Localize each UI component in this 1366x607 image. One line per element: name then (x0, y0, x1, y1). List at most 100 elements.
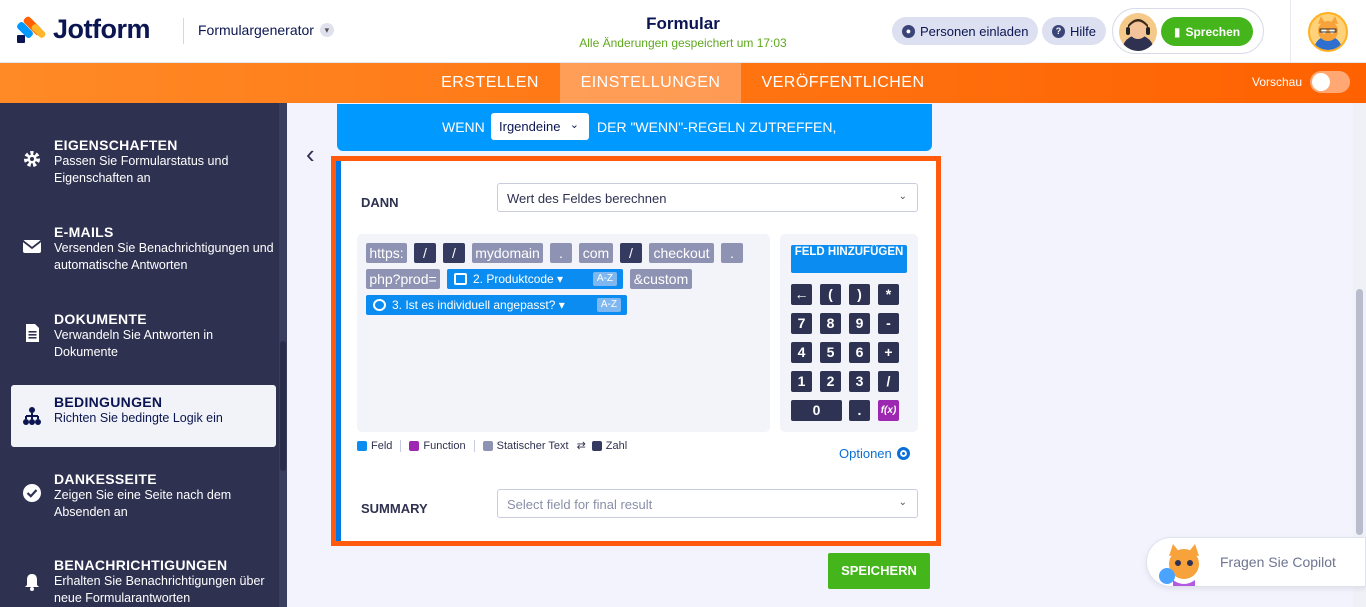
key-2[interactable]: 2 (820, 371, 841, 392)
audio-wave-icon: ▮ (1173, 24, 1181, 39)
save-status: Alle Änderungen gespeichert um 17:03 (579, 36, 787, 50)
sidebar-item-desc: Passen Sie Formularstatus und Eigenschaf… (54, 154, 229, 185)
sidebar-item-dankesseite[interactable]: DANKESSEITE Zeigen Sie eine Seite nach d… (11, 462, 276, 524)
sidebar-item-emails[interactable]: E-MAILS Versenden Sie Benachrichtigungen… (11, 215, 276, 277)
key-3[interactable]: 3 (849, 371, 870, 392)
calculator-panel: FELD HINZUFÜGEN ← ( ) * 7 8 9 - 4 5 6 + … (780, 234, 918, 432)
then-action-select[interactable]: Wert des Feldes berechnen ⌄ (497, 183, 918, 212)
sidebar-item-bedingungen[interactable]: BEDINGUNGEN Richten Sie bedingte Logik e… (11, 385, 276, 447)
panel-accent-bar (336, 161, 341, 541)
key-multiply[interactable]: * (878, 284, 899, 305)
field-token-label: 3. Ist es individuell angepasst? (392, 298, 556, 312)
if-match-select[interactable]: Irgendeine ⌄ (491, 113, 589, 140)
preview-toggle[interactable] (1310, 71, 1350, 93)
key-decimal[interactable]: . (849, 400, 870, 421)
field-token-label: 2. Produktcode (473, 272, 554, 286)
swap-icon[interactable]: ⇄ (577, 439, 586, 452)
static-token[interactable]: . (721, 243, 743, 263)
static-token[interactable]: checkout (649, 243, 714, 263)
options-button[interactable]: Optionen (839, 446, 910, 461)
form-builder-dropdown[interactable]: Formulargenerator ▾ (198, 22, 334, 38)
jotform-logo-icon (15, 14, 47, 45)
key-6[interactable]: 6 (849, 342, 870, 363)
sidebar-item-eigenschaften[interactable]: EIGENSCHAFTEN Passen Sie Formularstatus … (11, 128, 276, 190)
legend-swatch (591, 440, 602, 451)
help-button[interactable]: ? Hilfe (1042, 17, 1107, 45)
static-token[interactable]: / (620, 243, 642, 263)
static-token[interactable]: / (414, 243, 436, 263)
top-bar: Jotform Formulargenerator ▾ Formular All… (0, 0, 1366, 63)
speak-button[interactable]: ▮ Sprechen (1161, 17, 1253, 46)
static-token[interactable]: . (550, 243, 572, 263)
header-divider (183, 18, 184, 44)
sort-badge[interactable]: A-Z (596, 298, 621, 312)
sidebar-scrollbar-thumb[interactable] (280, 341, 286, 471)
builder-nav-bar: ERSTELLEN EINSTELLUNGEN VERÖFFENTLICHEN … (0, 63, 1366, 103)
sidebar-item-benachrichtigungen[interactable]: BENACHRICHTIGUNGEN Erhalten Sie Benachri… (11, 548, 276, 607)
summary-label: SUMMARY (361, 501, 428, 516)
add-field-button[interactable]: FELD HINZUFÜGEN (791, 245, 907, 273)
back-arrow-icon[interactable]: ‹ (306, 139, 315, 170)
page-scrollbar-thumb[interactable] (1356, 289, 1363, 535)
static-token[interactable]: mydomain (472, 243, 543, 263)
legend-number: Zahl (591, 439, 628, 452)
sidebar-item-title: BENACHRICHTIGUNGEN (54, 557, 228, 573)
tab-veroeffentlichen[interactable]: VERÖFFENTLICHEN (750, 63, 936, 103)
tab-einstellungen[interactable]: EINSTELLUNGEN (560, 63, 741, 103)
key-4[interactable]: 4 (791, 342, 812, 363)
chevron-down-icon: ⌄ (898, 191, 907, 202)
key-0[interactable]: 0 (791, 400, 842, 421)
sort-badge[interactable]: A-Z (592, 272, 617, 286)
legend-field: Feld (357, 440, 392, 452)
summary-select[interactable]: Select field for final result ⌄ (497, 489, 918, 518)
key-7[interactable]: 7 (791, 313, 812, 334)
page-scrollbar[interactable] (1353, 103, 1366, 607)
sidebar-item-desc: Verwandeln Sie Antworten in Dokumente (54, 328, 214, 359)
legend-label: Function (423, 439, 466, 452)
invite-button[interactable]: ● Personen einladen (892, 17, 1039, 45)
sidebar-item-dokumente[interactable]: DOKUMENTE Verwandeln Sie Antworten in Do… (11, 302, 276, 364)
copilot-button[interactable]: Fragen Sie Copilot (1146, 537, 1366, 587)
static-token[interactable]: php?prod= (366, 269, 440, 289)
header-divider-right (1290, 0, 1291, 63)
key-5[interactable]: 5 (820, 342, 841, 363)
save-button[interactable]: SPEICHERN (828, 553, 930, 589)
key-close-paren[interactable]: ) (849, 284, 870, 305)
legend-label: Zahl (605, 439, 628, 452)
key-8[interactable]: 8 (820, 313, 841, 334)
radio-icon (373, 299, 386, 311)
gear-icon (896, 447, 910, 460)
settings-sidebar: EIGENSCHAFTEN Passen Sie Formularstatus … (0, 103, 287, 607)
key-1[interactable]: 1 (791, 371, 812, 392)
hierarchy-icon (23, 407, 41, 425)
preview-label: Vorschau (1252, 75, 1303, 89)
chevron-down-icon: ▾ (319, 23, 334, 37)
form-title[interactable]: Formular (520, 14, 846, 34)
key-9[interactable]: 9 (849, 313, 870, 334)
if-label: WENN (442, 119, 485, 135)
legend-label: Feld (371, 439, 393, 452)
user-avatar[interactable] (1308, 12, 1348, 52)
legend-function: Function (409, 439, 466, 452)
key-minus[interactable]: - (878, 313, 899, 334)
static-token[interactable]: / (443, 243, 465, 263)
key-open-paren[interactable]: ( (820, 284, 841, 305)
function-icon[interactable]: f(x) (878, 400, 899, 421)
field-token-produktcode[interactable]: 2. Produktcode ▾ A-Z (447, 269, 623, 289)
key-backspace[interactable]: ← (791, 284, 812, 305)
key-plus[interactable]: + (878, 342, 899, 363)
formula-editor[interactable]: https: / / mydomain . com / checkout . p… (357, 234, 770, 432)
static-token[interactable]: https: (366, 243, 407, 263)
tab-erstellen[interactable]: ERSTELLEN (430, 63, 550, 103)
if-match-value: Irgendeine (499, 119, 561, 134)
copilot-cat-icon (1159, 544, 1199, 586)
key-divide[interactable]: / (878, 371, 899, 392)
static-token[interactable]: com (579, 243, 613, 263)
sidebar-item-desc: Erhalten Sie Benachrichtigungen über neu… (54, 574, 265, 605)
gear-icon (24, 151, 40, 167)
legend-swatch (409, 440, 420, 451)
jotform-logo[interactable]: Jotform (15, 14, 151, 45)
field-token-individuell[interactable]: 3. Ist es individuell angepasst? ▾ A-Z (366, 295, 627, 315)
legend-swatch (357, 440, 367, 451)
static-token[interactable]: &custom (630, 269, 692, 289)
